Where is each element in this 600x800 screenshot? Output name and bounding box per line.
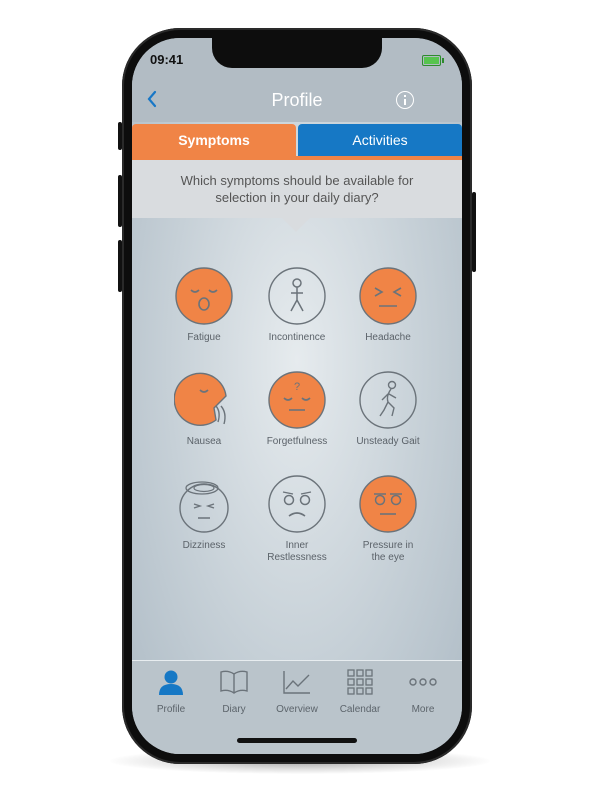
phone-power-button: [472, 192, 476, 272]
nausea-face-icon: [174, 372, 227, 427]
symptom-pressure-in-the-eye[interactable]: Pressure in the eye: [338, 474, 438, 564]
symptom-label: Headache: [365, 332, 411, 343]
nav-label: Profile: [156, 704, 186, 715]
question-text: Which symptoms should be available for s…: [180, 173, 414, 205]
phone-side-button: [118, 122, 122, 150]
nav-label: Overview: [276, 704, 318, 715]
symptom-label: Forgetfulness: [266, 436, 328, 447]
calendar-grid-icon: [347, 669, 373, 695]
symptom-label: Unsteady Gait: [356, 436, 420, 447]
banner-pointer: [282, 218, 310, 232]
symptom-unsteady-gait[interactable]: Unsteady Gait: [338, 370, 438, 448]
forgetfulness-face-icon: ?: [268, 371, 326, 429]
symptom-headache[interactable]: Headache: [338, 266, 438, 344]
symptom-label: Fatigue: [187, 332, 221, 343]
symptom-label: Dizziness: [182, 540, 226, 551]
nav-more[interactable]: More: [390, 669, 456, 715]
pressure-eye-face-icon: [359, 475, 417, 533]
dizziness-face-icon: [179, 481, 229, 533]
symptom-label: Pressure in the eye: [362, 540, 414, 563]
info-icon[interactable]: [396, 91, 414, 109]
symptom-forgetfulness[interactable]: ? Forgetfulness: [247, 370, 347, 448]
symptom-fatigue[interactable]: Fatigue: [154, 266, 254, 344]
incontinence-icon: [268, 267, 326, 325]
symptom-dizziness[interactable]: Dizziness: [154, 474, 254, 552]
phone-volume-up: [118, 175, 122, 227]
battery-icon: [422, 55, 444, 66]
fatigue-face-icon: [175, 267, 233, 325]
tab-symptoms[interactable]: Symptoms: [132, 124, 296, 156]
symptom-inner-restlessness[interactable]: Inner Restlessness: [247, 474, 347, 564]
line-chart-icon: [283, 671, 310, 694]
svg-text:?: ?: [294, 381, 300, 393]
person-icon: [159, 670, 183, 695]
symptom-label: Nausea: [186, 436, 222, 447]
screen: 09:41 Profile Symptoms Activities Which …: [132, 38, 462, 754]
notch: [212, 38, 382, 68]
status-time: 09:41: [150, 52, 184, 67]
symptom-nausea[interactable]: Nausea: [154, 370, 254, 448]
nav-calendar[interactable]: Calendar: [327, 669, 393, 715]
nav-label: Calendar: [339, 704, 381, 715]
nav-label: Diary: [222, 704, 246, 715]
phone-volume-down: [118, 240, 122, 292]
nav-profile[interactable]: Profile: [138, 669, 204, 715]
nav-diary[interactable]: Diary: [201, 669, 267, 715]
nav-overview[interactable]: Overview: [264, 669, 330, 715]
symptom-label: Inner Restlessness: [267, 540, 327, 563]
symptom-incontinence[interactable]: Incontinence: [247, 266, 347, 344]
tab-activities[interactable]: Activities: [298, 124, 462, 156]
inner-restlessness-face-icon: [268, 475, 326, 533]
question-banner: Which symptoms should be available for s…: [132, 160, 462, 218]
nav-label: More: [411, 704, 435, 715]
home-indicator[interactable]: [237, 738, 357, 743]
unsteady-gait-icon: [359, 371, 417, 429]
more-dots-icon: [409, 678, 437, 686]
book-icon: [220, 670, 248, 694]
headache-face-icon: [359, 267, 417, 325]
symptom-label: Incontinence: [268, 332, 326, 343]
